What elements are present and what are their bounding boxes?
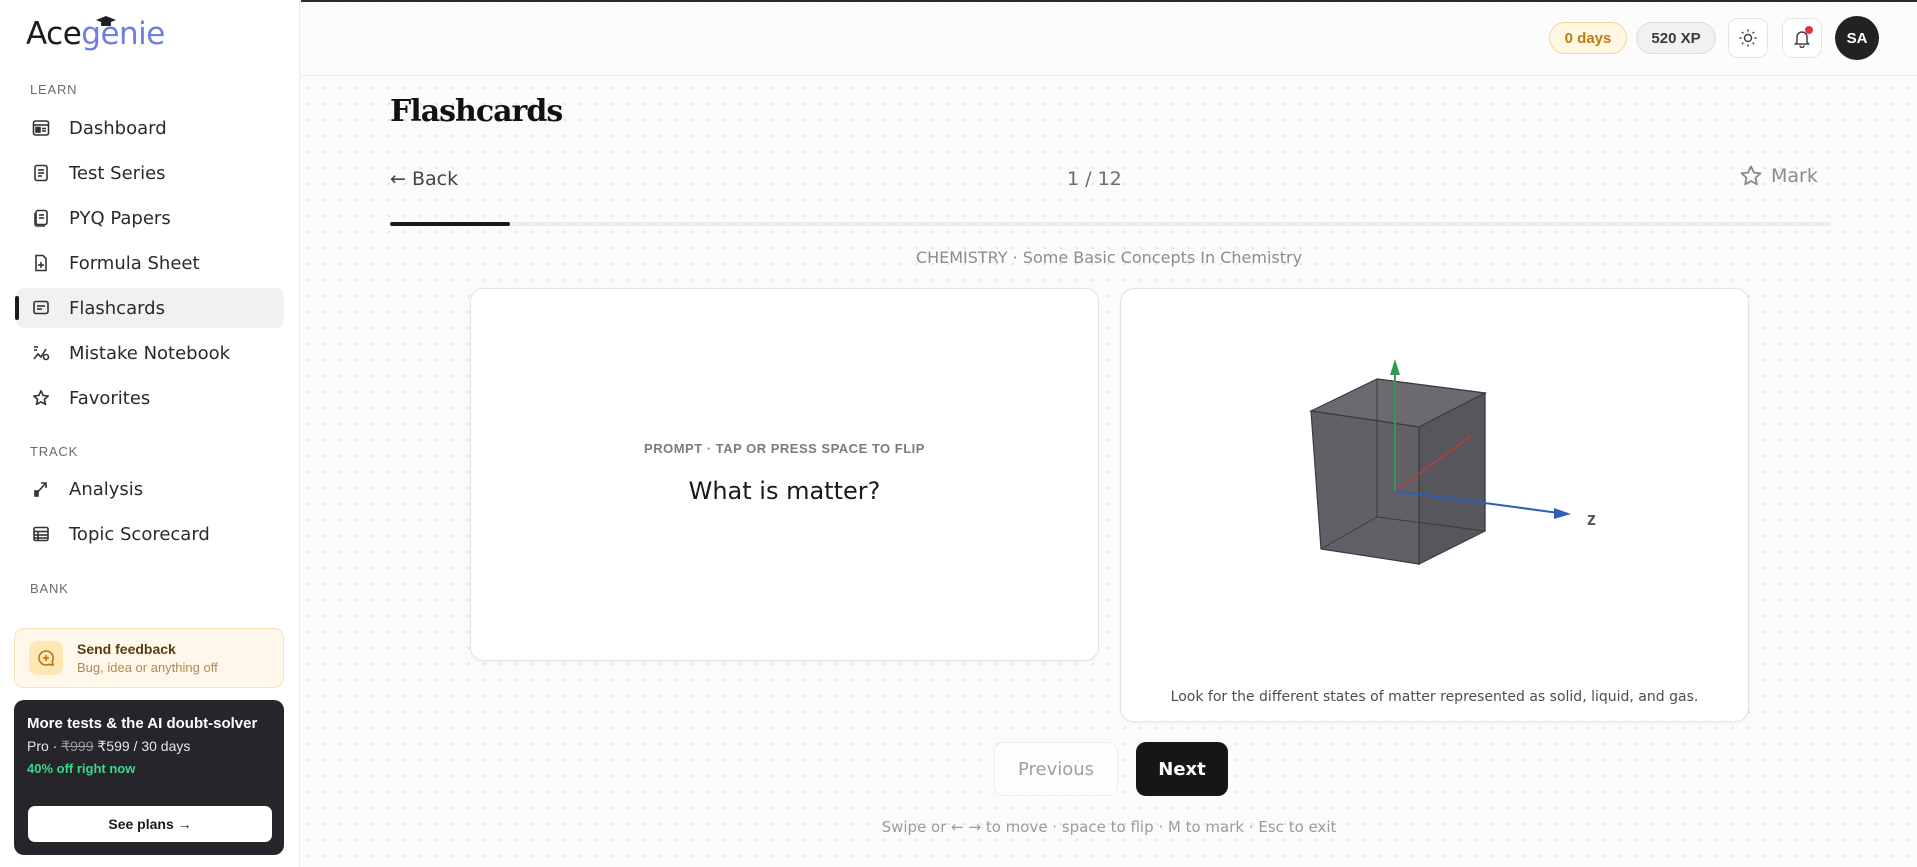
top-border	[301, 0, 1917, 2]
star-icon	[31, 388, 51, 408]
analysis-icon	[31, 479, 51, 499]
xp-badge[interactable]: 520 XP	[1636, 22, 1716, 54]
sidebar-item-label: Favorites	[69, 387, 151, 409]
sidebar-item-analysis[interactable]: Analysis	[16, 469, 284, 509]
star-outline-icon	[1740, 165, 1762, 186]
previous-button[interactable]: Previous	[994, 742, 1118, 796]
prompt-card[interactable]: PROMPT · TAP OR PRESS SPACE TO FLIP What…	[470, 288, 1099, 661]
topic-breadcrumb: CHEMISTRY · Some Basic Concepts In Chemi…	[915, 248, 1303, 267]
promo-title: More tests & the AI doubt-solver	[27, 715, 258, 732]
sidebar-item-label: Dashboard	[69, 117, 167, 139]
feedback-title: Send feedback	[77, 641, 176, 657]
dashboard-icon	[31, 118, 51, 138]
section-label-learn: LEARN	[30, 82, 78, 97]
mark-label: Mark	[1771, 165, 1818, 187]
streak-badge[interactable]: 0 days	[1549, 22, 1627, 54]
formula-sheet-icon	[31, 253, 51, 273]
avatar[interactable]: SA	[1835, 16, 1879, 60]
back-link[interactable]: ← Back	[390, 168, 458, 190]
promo-plan: Pro ·	[27, 738, 58, 754]
logo-suffix: genie	[81, 16, 165, 52]
flashcard-icon	[31, 298, 51, 318]
sidebar-item-label: Topic Scorecard	[69, 523, 210, 545]
main-content: 0 days 520 XP SA Flashcards ← Back 1 / 1…	[301, 0, 1917, 867]
section-label-track: TRACK	[30, 444, 79, 459]
promo-offer: 40% off right now	[27, 761, 136, 776]
theme-toggle-button[interactable]	[1728, 18, 1768, 58]
3d-cube-illustration: y z	[1308, 359, 1596, 565]
notification-dot	[1805, 26, 1813, 34]
sidebar-item-label: Flashcards	[69, 297, 165, 319]
scorecard-icon	[31, 524, 51, 544]
notifications-button[interactable]	[1782, 18, 1822, 58]
sidebar-item-label: Formula Sheet	[69, 252, 200, 274]
answer-caption: Look for the different states of matter …	[1170, 689, 1699, 705]
send-feedback-card[interactable]: Send feedback Bug, idea or anything off	[14, 628, 284, 688]
promo-old-price: ₹999	[61, 738, 94, 754]
answer-card[interactable]: y z Look for the different states of mat…	[1120, 288, 1749, 722]
mark-button[interactable]: Mark	[1739, 164, 1818, 188]
pro-upgrade-card: More tests & the AI doubt-solver Pro · ₹…	[14, 700, 284, 855]
sidebar-item-topic-scorecard[interactable]: Topic Scorecard	[16, 514, 284, 554]
sidebar-item-dashboard[interactable]: Dashboard	[16, 108, 284, 148]
card-counter: 1 / 12	[1067, 168, 1122, 190]
feedback-subtitle: Bug, idea or anything off	[77, 660, 218, 675]
sidebar-item-test-series[interactable]: Test Series	[16, 153, 284, 193]
section-label-bank: BANK	[30, 581, 69, 596]
z-axis-label: z	[1587, 509, 1596, 529]
page-title: Flashcards	[390, 94, 563, 129]
promo-price: Pro · ₹999 ₹599 / 30 days	[27, 738, 271, 755]
sidebar-item-mistake-notebook[interactable]: Mistake Notebook	[16, 333, 284, 373]
feedback-icon	[29, 641, 63, 675]
sidebar-item-label: Mistake Notebook	[69, 342, 231, 364]
sidebar-item-pyq-papers[interactable]: PYQ Papers	[16, 198, 284, 238]
prompt-hint: PROMPT · TAP OR PRESS SPACE TO FLIP	[644, 441, 925, 456]
sidebar-item-formula-sheet[interactable]: Formula Sheet	[16, 243, 284, 283]
logo-prefix: Ace	[26, 16, 82, 52]
sidebar: Acegenie LEARN Dashboard Test Series PYQ…	[0, 0, 300, 867]
sidebar-item-flashcards[interactable]: Flashcards	[15, 288, 284, 328]
progress-fill	[390, 222, 510, 226]
test-series-icon	[31, 163, 51, 183]
keyboard-hint: Swipe or ← → to move · space to flip · M…	[881, 818, 1337, 836]
sidebar-item-label: Analysis	[69, 478, 144, 500]
graduation-cap-icon	[96, 16, 116, 26]
sidebar-item-favorites[interactable]: Favorites	[16, 378, 284, 418]
prompt-question: What is matter?	[688, 477, 881, 505]
sidebar-item-label: PYQ Papers	[69, 207, 171, 229]
see-plans-button[interactable]: See plans →	[28, 806, 272, 842]
notebook-icon	[31, 343, 51, 363]
app-logo[interactable]: Acegenie	[26, 16, 165, 56]
next-button[interactable]: Next	[1136, 742, 1228, 796]
promo-new-price: ₹599 / 30 days	[97, 738, 191, 754]
sidebar-item-label: Test Series	[69, 162, 166, 184]
top-bar: 0 days 520 XP SA	[301, 0, 1917, 76]
sun-icon	[1739, 29, 1757, 47]
progress-bar	[390, 222, 1830, 226]
papers-icon	[31, 208, 51, 228]
